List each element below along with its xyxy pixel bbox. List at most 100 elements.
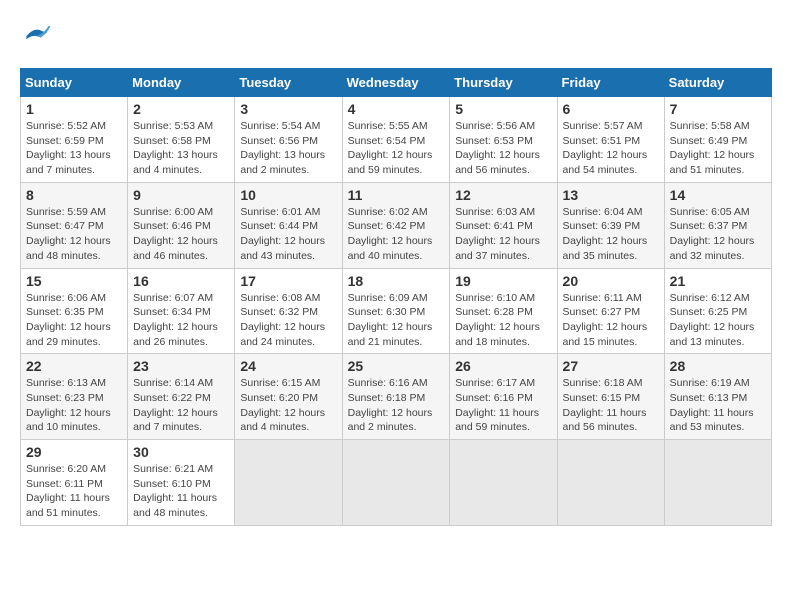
calendar-cell [664,440,771,526]
day-number: 8 [26,187,122,203]
day-number: 22 [26,358,122,374]
calendar-cell: 29 Sunrise: 6:20 AMSunset: 6:11 PMDayligh… [21,440,128,526]
day-info: Sunrise: 6:09 AMSunset: 6:30 PMDaylight:… [348,291,445,350]
day-info: Sunrise: 6:21 AMSunset: 6:10 PMDaylight:… [133,462,229,521]
calendar-cell: 17 Sunrise: 6:08 AMSunset: 6:32 PMDayligh… [235,268,342,354]
calendar-cell: 21 Sunrise: 6:12 AMSunset: 6:25 PMDayligh… [664,268,771,354]
day-info: Sunrise: 6:19 AMSunset: 6:13 PMDaylight:… [670,376,766,435]
logo-bird-icon [20,20,52,52]
day-number: 3 [240,101,336,117]
calendar-cell [450,440,557,526]
calendar-cell: 12 Sunrise: 6:03 AMSunset: 6:41 PMDayligh… [450,182,557,268]
calendar-week-5: 29 Sunrise: 6:20 AMSunset: 6:11 PMDayligh… [21,440,772,526]
calendar-week-4: 22Sunrise: 6:13 AMSunset: 6:23 PMDayligh… [21,354,772,440]
calendar-cell: 25Sunrise: 6:16 AMSunset: 6:18 PMDayligh… [342,354,450,440]
calendar-cell: 14 Sunrise: 6:05 AMSunset: 6:37 PMDayligh… [664,182,771,268]
day-number: 15 [26,273,122,289]
day-number: 26 [455,358,551,374]
column-header-thursday: Thursday [450,69,557,97]
day-info: Sunrise: 6:06 AMSunset: 6:35 PMDaylight:… [26,291,122,350]
day-info: Sunrise: 6:02 AMSunset: 6:42 PMDaylight:… [348,205,445,264]
column-header-friday: Friday [557,69,664,97]
day-number: 10 [240,187,336,203]
day-info: Sunrise: 6:11 AMSunset: 6:27 PMDaylight:… [563,291,659,350]
day-number: 12 [455,187,551,203]
day-info: Sunrise: 6:08 AMSunset: 6:32 PMDaylight:… [240,291,336,350]
day-number: 9 [133,187,229,203]
day-info: Sunrise: 5:54 AMSunset: 6:56 PMDaylight:… [240,119,336,178]
day-number: 18 [348,273,445,289]
calendar-cell: 7Sunrise: 5:58 AMSunset: 6:49 PMDaylight… [664,97,771,183]
calendar-cell: 10 Sunrise: 6:01 AMSunset: 6:44 PMDayligh… [235,182,342,268]
calendar-cell: 28 Sunrise: 6:19 AMSunset: 6:13 PMDayligh… [664,354,771,440]
calendar-cell: 23 Sunrise: 6:14 AMSunset: 6:22 PMDayligh… [128,354,235,440]
day-info: Sunrise: 6:00 AMSunset: 6:46 PMDaylight:… [133,205,229,264]
day-info: Sunrise: 6:03 AMSunset: 6:41 PMDaylight:… [455,205,551,264]
calendar-cell: 11 Sunrise: 6:02 AMSunset: 6:42 PMDayligh… [342,182,450,268]
column-header-saturday: Saturday [664,69,771,97]
calendar-cell: 22Sunrise: 6:13 AMSunset: 6:23 PMDayligh… [21,354,128,440]
day-number: 29 [26,444,122,460]
calendar-cell: 24 Sunrise: 6:15 AMSunset: 6:20 PMDayligh… [235,354,342,440]
day-number: 28 [670,358,766,374]
day-info: Sunrise: 6:16 AMSunset: 6:18 PMDaylight:… [348,376,445,435]
calendar-cell [557,440,664,526]
calendar-week-3: 15 Sunrise: 6:06 AMSunset: 6:35 PMDayligh… [21,268,772,354]
logo [20,20,56,52]
calendar-table: SundayMondayTuesdayWednesdayThursdayFrid… [20,68,772,526]
calendar-cell: 5 Sunrise: 5:56 AMSunset: 6:53 PMDaylight… [450,97,557,183]
calendar-cell: 3 Sunrise: 5:54 AMSunset: 6:56 PMDaylight… [235,97,342,183]
day-info: Sunrise: 6:10 AMSunset: 6:28 PMDaylight:… [455,291,551,350]
calendar-cell: 16 Sunrise: 6:07 AMSunset: 6:34 PMDayligh… [128,268,235,354]
day-number: 24 [240,358,336,374]
day-number: 20 [563,273,659,289]
calendar-cell: 9 Sunrise: 6:00 AMSunset: 6:46 PMDaylight… [128,182,235,268]
day-info: Sunrise: 6:07 AMSunset: 6:34 PMDaylight:… [133,291,229,350]
day-info: Sunrise: 5:52 AMSunset: 6:59 PMDaylight:… [26,119,122,178]
day-info: Sunrise: 5:59 AMSunset: 6:47 PMDaylight:… [26,205,122,264]
calendar-cell: 13 Sunrise: 6:04 AMSunset: 6:39 PMDayligh… [557,182,664,268]
day-info: Sunrise: 6:04 AMSunset: 6:39 PMDaylight:… [563,205,659,264]
column-header-monday: Monday [128,69,235,97]
day-info: Sunrise: 6:12 AMSunset: 6:25 PMDaylight:… [670,291,766,350]
calendar-week-2: 8 Sunrise: 5:59 AMSunset: 6:47 PMDaylight… [21,182,772,268]
calendar-cell: 26 Sunrise: 6:17 AMSunset: 6:16 PMDayligh… [450,354,557,440]
day-number: 13 [563,187,659,203]
column-header-tuesday: Tuesday [235,69,342,97]
day-number: 17 [240,273,336,289]
calendar-cell: 8 Sunrise: 5:59 AMSunset: 6:47 PMDaylight… [21,182,128,268]
day-info: Sunrise: 5:57 AMSunset: 6:51 PMDaylight:… [563,119,659,178]
calendar-cell: 2 Sunrise: 5:53 AMSunset: 6:58 PMDaylight… [128,97,235,183]
calendar-cell [235,440,342,526]
page-header [20,20,772,52]
day-info: Sunrise: 6:05 AMSunset: 6:37 PMDaylight:… [670,205,766,264]
day-number: 21 [670,273,766,289]
day-number: 16 [133,273,229,289]
day-number: 1 [26,101,122,117]
day-number: 4 [348,101,445,117]
day-number: 6 [563,101,659,117]
day-number: 19 [455,273,551,289]
calendar-cell: 19 Sunrise: 6:10 AMSunset: 6:28 PMDayligh… [450,268,557,354]
calendar-cell: 4Sunrise: 5:55 AMSunset: 6:54 PMDaylight… [342,97,450,183]
day-info: Sunrise: 6:17 AMSunset: 6:16 PMDaylight:… [455,376,551,435]
day-number: 11 [348,187,445,203]
day-info: Sunrise: 5:56 AMSunset: 6:53 PMDaylight:… [455,119,551,178]
day-number: 23 [133,358,229,374]
day-number: 5 [455,101,551,117]
day-number: 14 [670,187,766,203]
day-number: 7 [670,101,766,117]
day-number: 30 [133,444,229,460]
column-header-sunday: Sunday [21,69,128,97]
day-number: 2 [133,101,229,117]
calendar-cell: 30 Sunrise: 6:21 AMSunset: 6:10 PMDayligh… [128,440,235,526]
day-info: Sunrise: 6:18 AMSunset: 6:15 PMDaylight:… [563,376,659,435]
day-info: Sunrise: 6:20 AMSunset: 6:11 PMDaylight:… [26,462,122,521]
column-header-wednesday: Wednesday [342,69,450,97]
day-info: Sunrise: 6:14 AMSunset: 6:22 PMDaylight:… [133,376,229,435]
day-info: Sunrise: 5:53 AMSunset: 6:58 PMDaylight:… [133,119,229,178]
day-info: Sunrise: 6:15 AMSunset: 6:20 PMDaylight:… [240,376,336,435]
day-info: Sunrise: 6:01 AMSunset: 6:44 PMDaylight:… [240,205,336,264]
calendar-cell: 15 Sunrise: 6:06 AMSunset: 6:35 PMDayligh… [21,268,128,354]
calendar-cell: 20 Sunrise: 6:11 AMSunset: 6:27 PMDayligh… [557,268,664,354]
